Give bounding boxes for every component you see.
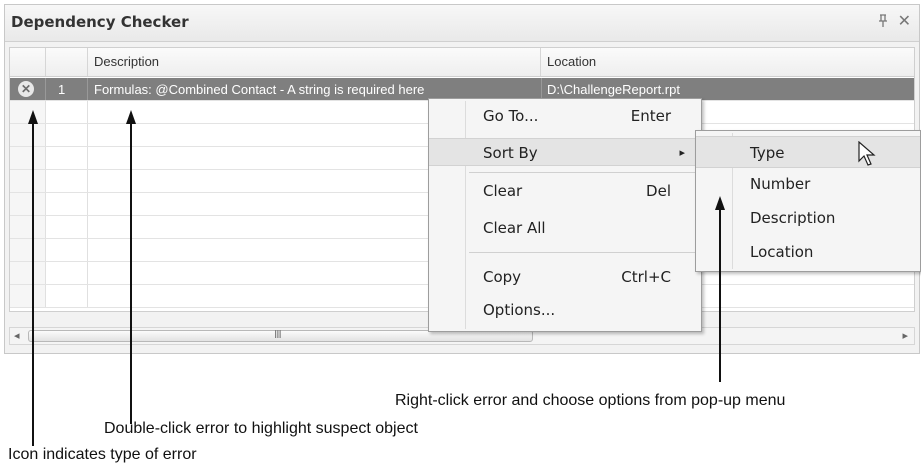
submenu-item-number[interactable]: Number [696,170,920,198]
callout-icon: Icon indicates type of error [8,446,197,463]
header-description[interactable]: Description [88,48,541,76]
header-number-col [46,48,88,76]
header-location[interactable]: Location [541,48,914,76]
arrowhead [126,110,136,124]
error-icon: ✕ [18,81,34,97]
callout-line-right-click [719,210,721,382]
sort-by-submenu: Type Number Description Location [695,130,921,272]
pin-icon[interactable] [877,14,889,32]
submenu-item-type[interactable]: Type [696,136,920,168]
menu-item-sort-by[interactable]: Sort By ▸ [429,138,701,166]
menu-item-options[interactable]: Options... [429,296,701,324]
menu-separator [469,252,697,253]
row-number: 1 [58,82,66,97]
submenu-arrow-icon: ▸ [679,146,685,159]
scroll-right-icon[interactable]: ▸ [902,329,908,342]
menu-separator [469,172,697,173]
menu-item-go-to[interactable]: Go To... Enter [429,102,701,130]
close-icon[interactable]: ✕ [898,11,911,30]
menu-item-clear[interactable]: Clear Del [429,177,701,205]
header-icon-col [10,48,46,76]
callout-line-icon [32,124,34,446]
menu-item-clear-all[interactable]: Clear All [429,214,701,242]
submenu-item-description[interactable]: Description [696,204,920,232]
callout-line-double-click [130,124,132,424]
callout-double-click: Double-click error to highlight suspect … [104,420,418,437]
menu-item-copy[interactable]: Copy Ctrl+C [429,263,701,291]
arrowhead [715,196,725,210]
row-location: D:\ChallengeReport.rpt [547,82,680,97]
scroll-left-icon[interactable]: ◂ [14,329,20,342]
grip-icon: III [274,328,282,341]
row-description: Formulas: @Combined Contact - A string i… [94,82,425,97]
panel-titlebar: Dependency Checker ✕ [5,5,919,42]
context-menu: Go To... Enter Sort By ▸ Clear Del Clear… [428,98,702,332]
panel-title: Dependency Checker [11,13,189,31]
mouse-pointer-icon [858,140,876,171]
submenu-item-location[interactable]: Location [696,238,920,266]
arrowhead [28,110,38,124]
grid-header: Description Location [10,48,914,77]
callout-right-click: Right-click error and choose options fro… [395,392,786,409]
